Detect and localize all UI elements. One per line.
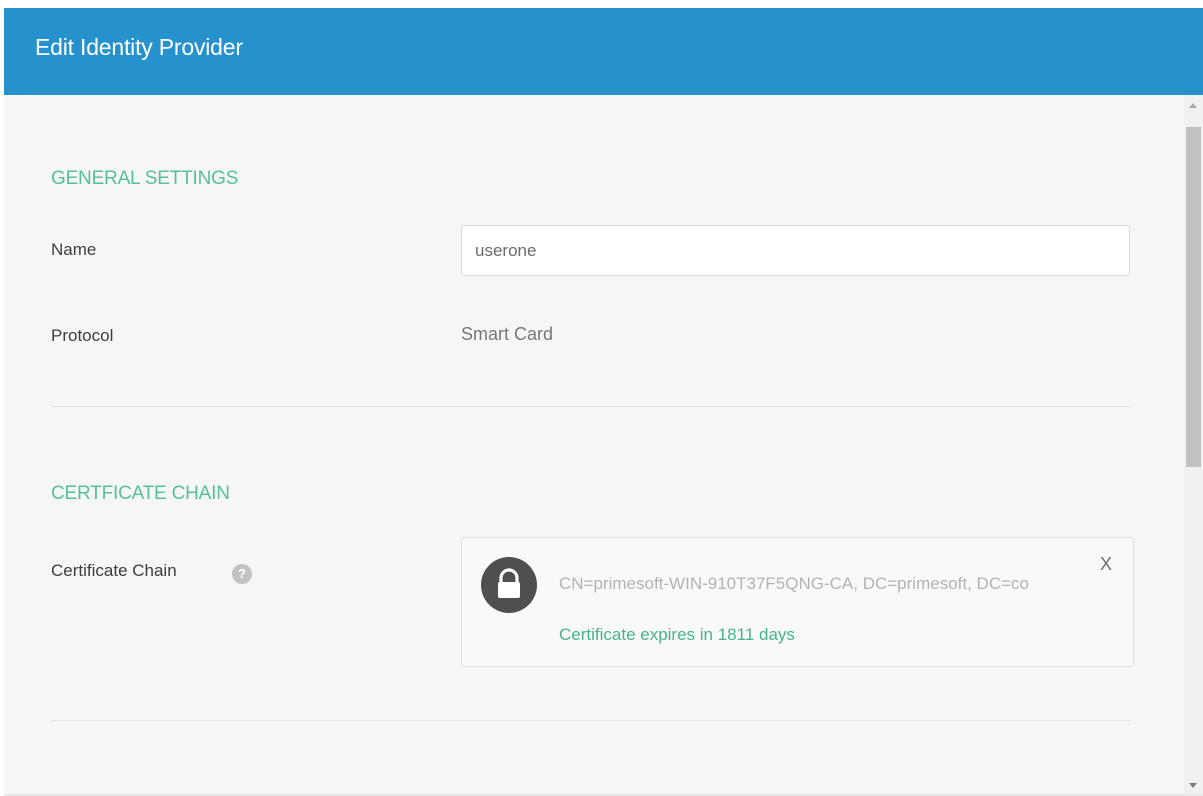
name-input[interactable] xyxy=(461,225,1130,276)
dialog-content: GENERAL SETTINGS Name Protocol Smart Car… xyxy=(4,95,1184,796)
protocol-value: Smart Card xyxy=(461,324,554,344)
certificate-chain-heading: CERTFICATE CHAIN xyxy=(51,483,230,504)
help-icon[interactable]: ? xyxy=(232,564,252,584)
scroll-up-icon[interactable] xyxy=(1189,103,1197,108)
certificate-expiry: Certificate expires in 1811 days xyxy=(559,625,795,644)
vertical-scrollbar[interactable] xyxy=(1184,95,1203,796)
edit-identity-provider-dialog: Edit Identity Provider GENERAL SETTINGS … xyxy=(4,8,1203,796)
dialog-title: Edit Identity Provider xyxy=(35,34,243,60)
close-icon[interactable]: X xyxy=(1100,554,1112,575)
lock-icon xyxy=(481,557,537,613)
general-settings-heading: GENERAL SETTINGS xyxy=(51,168,239,189)
certificate-chain-label: Certificate Chain xyxy=(51,561,177,580)
certificate-card: CN=primesoft-WIN-910T37F5QNG-CA, DC=prim… xyxy=(461,537,1134,667)
name-label: Name xyxy=(51,240,97,259)
protocol-label: Protocol xyxy=(51,326,114,345)
section-divider-bottom xyxy=(51,720,1131,721)
dialog-header: Edit Identity Provider xyxy=(4,8,1203,95)
scroll-down-icon[interactable] xyxy=(1189,783,1197,788)
section-divider xyxy=(51,406,1131,407)
scrollbar-thumb[interactable] xyxy=(1186,127,1201,467)
certificate-subject: CN=primesoft-WIN-910T37F5QNG-CA, DC=prim… xyxy=(559,574,1029,593)
